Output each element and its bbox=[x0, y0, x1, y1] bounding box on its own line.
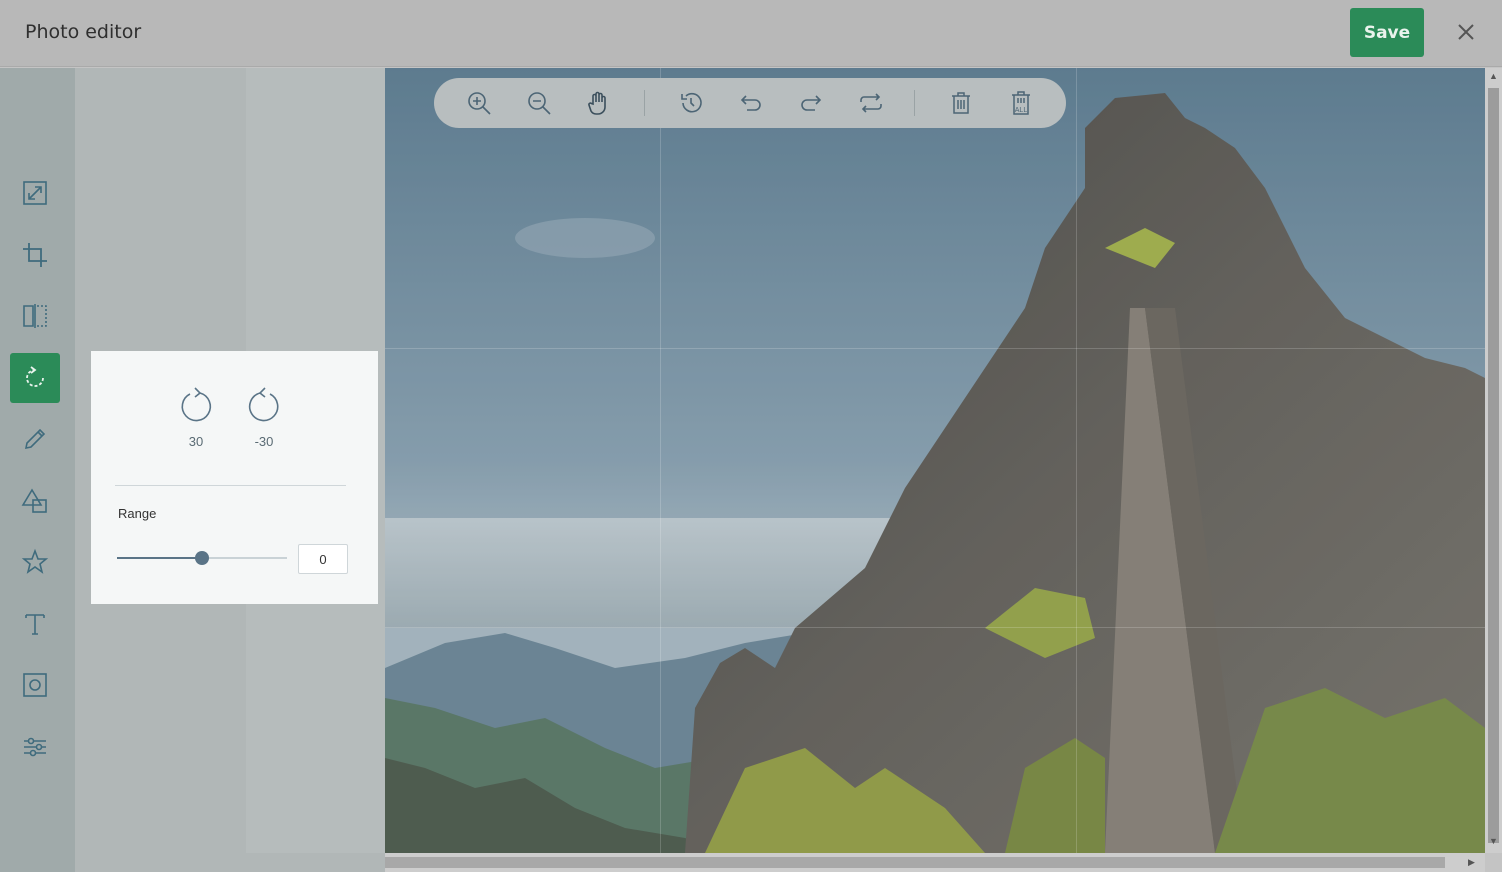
history-button[interactable] bbox=[676, 88, 706, 118]
filter-tool-button[interactable] bbox=[10, 722, 60, 772]
zoom-in-button[interactable] bbox=[464, 88, 494, 118]
undo-button[interactable] bbox=[736, 88, 766, 118]
zoom-out-icon bbox=[528, 92, 551, 115]
header: Photo editor Save bbox=[0, 0, 1502, 67]
zoom-in-icon bbox=[468, 92, 491, 115]
rotate-counter-clockwise-button[interactable] bbox=[244, 386, 284, 426]
range-value-input[interactable] bbox=[298, 544, 348, 574]
draw-tool-button[interactable] bbox=[10, 414, 60, 464]
redo-button[interactable] bbox=[796, 88, 826, 118]
close-icon[interactable] bbox=[1454, 20, 1478, 44]
range-slider-handle[interactable] bbox=[195, 551, 209, 565]
delete-all-button[interactable]: ALL bbox=[1006, 88, 1036, 118]
trash-icon bbox=[952, 92, 970, 114]
horizontal-scroll-thumb[interactable] bbox=[385, 857, 1445, 868]
shape-icon bbox=[21, 488, 47, 513]
image-canvas[interactable] bbox=[385, 68, 1485, 853]
icon-tool-button[interactable] bbox=[10, 537, 60, 587]
crop-tool-button[interactable] bbox=[10, 230, 60, 280]
mask-tool-button[interactable] bbox=[10, 660, 60, 710]
grid-line bbox=[385, 348, 1485, 349]
range-slider[interactable] bbox=[117, 551, 287, 565]
star-icon bbox=[21, 548, 49, 574]
landscape-photo bbox=[385, 68, 1485, 853]
reset-icon bbox=[860, 93, 882, 113]
vertical-scrollbar[interactable]: ▲ ▼ bbox=[1485, 68, 1502, 853]
rotate-icon bbox=[26, 366, 44, 387]
rotate-clockwise-button[interactable] bbox=[176, 386, 216, 426]
range-label: Range bbox=[118, 506, 157, 521]
rotate-panel: 30 -30 Range bbox=[91, 351, 378, 604]
scroll-right-icon[interactable]: ▶ bbox=[1468, 857, 1475, 868]
horizontal-scrollbar[interactable]: ▶ bbox=[385, 853, 1485, 872]
undo-icon bbox=[740, 95, 761, 111]
rotate-counter-clockwise-label: -30 bbox=[254, 434, 274, 449]
redo-icon bbox=[801, 95, 822, 111]
rotate-counter-clockwise-icon bbox=[248, 387, 279, 422]
toolbar-separator bbox=[644, 90, 645, 116]
hand-icon bbox=[588, 91, 606, 115]
rotate-tool-button[interactable] bbox=[10, 353, 60, 403]
text-icon bbox=[25, 614, 45, 635]
panel-divider bbox=[115, 485, 346, 486]
tool-sidebar bbox=[0, 68, 75, 872]
history-icon bbox=[681, 92, 702, 113]
flip-tool-button[interactable] bbox=[10, 291, 60, 341]
trash-all-icon: ALL bbox=[1012, 91, 1030, 115]
rotate-clockwise-label: 30 bbox=[188, 434, 204, 449]
hand-button[interactable] bbox=[584, 88, 614, 118]
shape-tool-button[interactable] bbox=[10, 476, 60, 526]
vertical-scroll-thumb[interactable] bbox=[1488, 88, 1499, 843]
delete-all-label: ALL bbox=[1015, 107, 1028, 114]
reset-button[interactable] bbox=[856, 88, 886, 118]
resize-tool-button[interactable] bbox=[10, 168, 60, 218]
crop-icon bbox=[23, 243, 47, 267]
grid-line bbox=[385, 627, 1485, 628]
delete-button[interactable] bbox=[946, 88, 976, 118]
zoom-out-button[interactable] bbox=[524, 88, 554, 118]
grid-line bbox=[660, 68, 661, 853]
text-tool-button[interactable] bbox=[10, 599, 60, 649]
pencil-icon bbox=[24, 428, 46, 450]
canvas-toolbar: ALL bbox=[434, 78, 1066, 128]
range-slider-fill bbox=[117, 557, 202, 559]
sliders-icon bbox=[24, 737, 46, 757]
toolbar-separator bbox=[914, 90, 915, 116]
mask-icon bbox=[23, 673, 47, 697]
rotate-clockwise-icon bbox=[181, 387, 212, 422]
flip-icon bbox=[23, 304, 47, 328]
resize-icon bbox=[23, 181, 47, 205]
scroll-up-icon[interactable]: ▲ bbox=[1489, 71, 1498, 81]
save-button[interactable]: Save bbox=[1350, 8, 1424, 57]
grid-line bbox=[1076, 68, 1077, 853]
scroll-down-icon[interactable]: ▼ bbox=[1489, 836, 1498, 846]
page-title: Photo editor bbox=[25, 21, 142, 43]
